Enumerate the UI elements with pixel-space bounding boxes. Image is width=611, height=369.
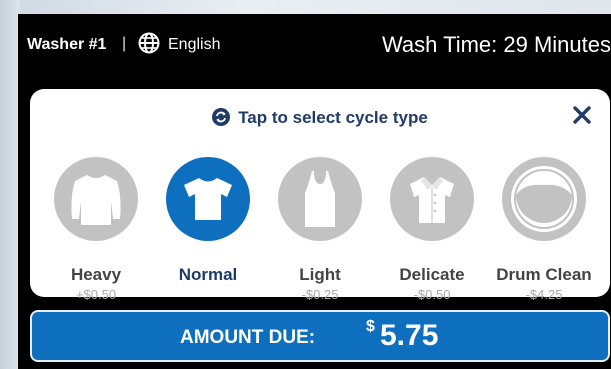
- amount-currency: $: [366, 318, 375, 335]
- cycle-icon-circle: [54, 157, 138, 241]
- refresh-icon: [212, 108, 231, 126]
- wash-time: Wash Time: 29 Minutes: [381, 32, 611, 57]
- cycle-select-panel: Tap to select cycle type Heavy +$0.50 No…: [30, 89, 610, 302]
- header-separator: |: [122, 35, 127, 52]
- cycle-price: -$0.50: [413, 287, 451, 302]
- globe-icon[interactable]: [138, 32, 160, 54]
- cycle-option-normal[interactable]: Normal: [152, 157, 264, 297]
- cycle-name: Light: [299, 265, 341, 284]
- amount-due-bar[interactable]: AMOUNT DUE: $ 5.75: [30, 310, 610, 362]
- amount-value: 5.75: [380, 319, 439, 352]
- cycle-name: Heavy: [70, 265, 122, 284]
- device-bezel: [0, 0, 20, 369]
- cycle-options: Heavy +$0.50 Normal Light -$0.25 Delicat…: [40, 157, 600, 302]
- cycle-option-heavy[interactable]: Heavy +$0.50: [40, 157, 152, 302]
- cycle-icon-circle: [502, 157, 586, 241]
- language-button[interactable]: English: [168, 36, 220, 54]
- dress-shirt-icon: [410, 177, 454, 223]
- top-bar: Washer #1 | English Wash Time: 29 Minute…: [18, 14, 611, 74]
- cycle-option-drum-clean[interactable]: Drum Clean -$4.25: [488, 157, 600, 302]
- drum-icon: [511, 166, 577, 232]
- cycle-icon-circle: [166, 157, 250, 241]
- cycle-option-delicate[interactable]: Delicate -$0.50: [376, 157, 488, 302]
- cycle-price: -$4.25: [525, 287, 563, 302]
- kiosk-screen: Washer #1 | English Wash Time: 29 Minute…: [18, 14, 611, 369]
- cycle-prompt-text: Tap to select cycle type: [238, 108, 428, 127]
- machine-name: Washer #1: [27, 36, 107, 53]
- cycle-name: Normal: [178, 265, 238, 284]
- close-icon[interactable]: [570, 103, 594, 127]
- cycle-price: +$0.50: [75, 287, 117, 302]
- cycle-price: -$0.25: [301, 287, 339, 302]
- amount-due-label: AMOUNT DUE:: [180, 327, 316, 348]
- tshirt-icon: [184, 178, 232, 220]
- tank-top-icon: [305, 171, 335, 227]
- cycle-name: Drum Clean: [496, 265, 592, 284]
- cycle-prompt: Tap to select cycle type: [30, 108, 610, 128]
- cycle-icon-circle: [278, 157, 362, 241]
- cycle-option-light[interactable]: Light -$0.25: [264, 157, 376, 302]
- cycle-icon-circle: [390, 157, 474, 241]
- cycle-name: Delicate: [399, 265, 465, 284]
- sweater-icon: [71, 175, 121, 225]
